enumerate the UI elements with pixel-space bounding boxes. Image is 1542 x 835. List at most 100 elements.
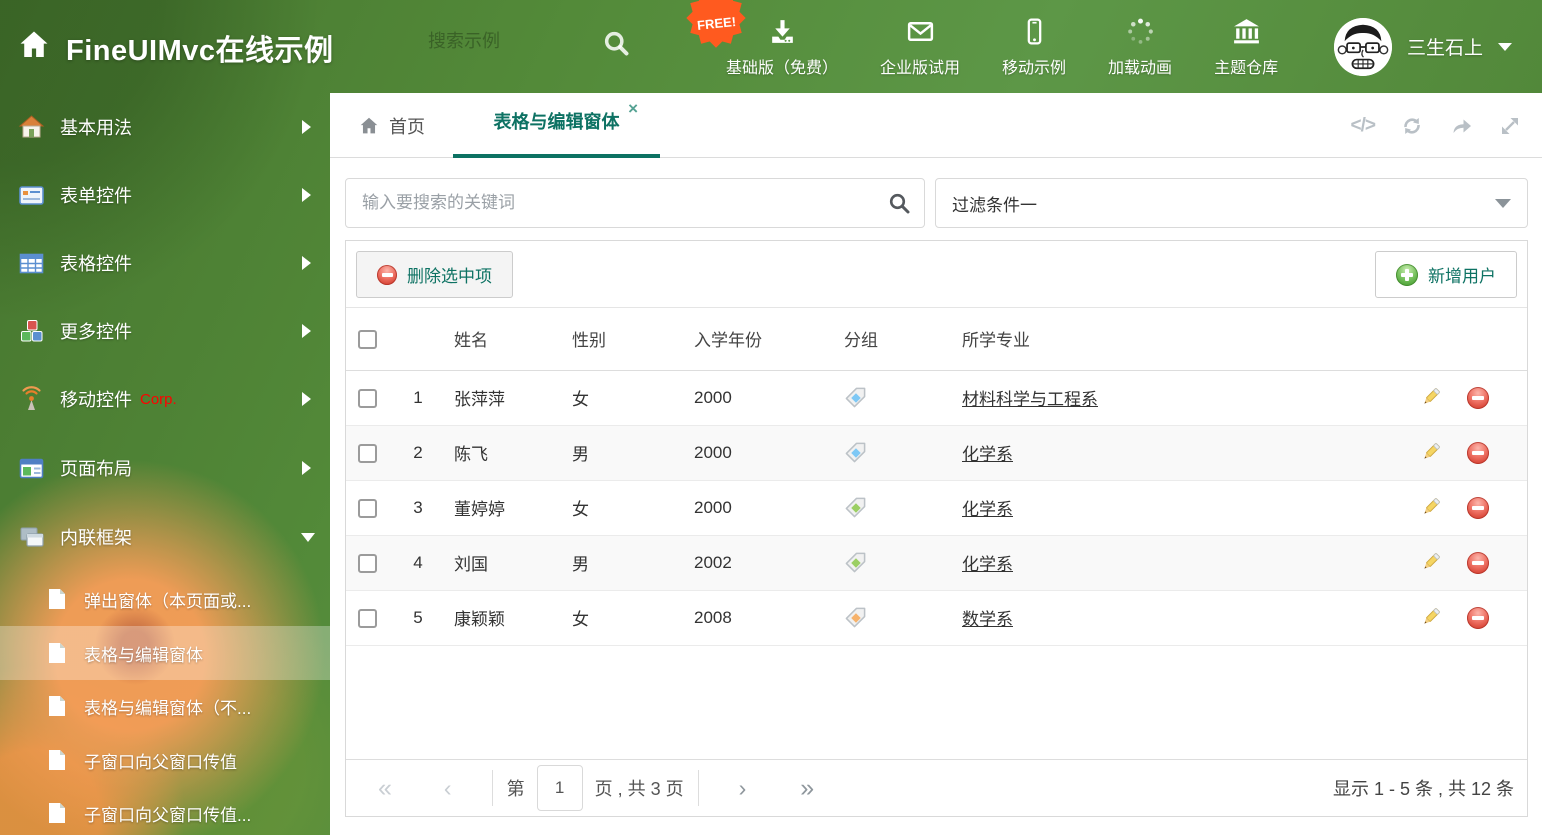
table-header-row: 姓名 性别 入学年份 分组 所学专业 xyxy=(346,308,1527,370)
search-icon[interactable] xyxy=(887,191,911,215)
major-link[interactable]: 化学系 xyxy=(962,445,1013,464)
share-icon[interactable] xyxy=(1449,114,1473,138)
delete-icon[interactable] xyxy=(1467,496,1489,519)
column-header-gender: 性别 xyxy=(572,331,606,351)
sidebar-item-label: 页面布局 xyxy=(60,459,132,479)
cell-year: 2008 xyxy=(694,607,732,627)
close-icon[interactable]: × xyxy=(628,100,638,117)
file-icon xyxy=(49,803,65,823)
sidebar-subitem-child-to-parent-2[interactable]: 子窗口向父窗口传值... xyxy=(0,786,330,835)
corp-badge: Corp. xyxy=(140,390,177,408)
divider xyxy=(697,770,699,806)
sidebar-subitem-label: 表格与编辑窗体（不... xyxy=(84,698,252,718)
file-icon xyxy=(49,750,65,770)
sidebar-subitem-child-to-parent[interactable]: 子窗口向父窗口传值 xyxy=(0,733,330,787)
grid-panel: 删除选中项 新增用户 姓名 性别 入学年份 分组 所学专业 1 张萍萍 女 20… xyxy=(345,240,1528,817)
cell-gender: 男 xyxy=(572,445,589,464)
sidebar-item-basic-usage[interactable]: 基本用法 xyxy=(0,100,330,154)
nav-item-loading-animation[interactable]: 加载动画 xyxy=(1108,16,1172,78)
sidebar-item-form-controls[interactable]: 表单控件 xyxy=(0,168,330,222)
row-checkbox[interactable] xyxy=(358,553,377,573)
sidebar-subitem-grid-edit-window-2[interactable]: 表格与编辑窗体（不... xyxy=(0,679,330,733)
spinner-icon xyxy=(1127,18,1153,44)
user-menu[interactable]: 三生石上 xyxy=(1334,0,1513,93)
major-link[interactable]: 化学系 xyxy=(962,500,1013,519)
filter-dropdown[interactable]: 过滤条件一 xyxy=(935,178,1528,228)
first-page-button[interactable]: « xyxy=(378,774,392,803)
sidebar-subitem-popup-window[interactable]: 弹出窗体（本页面或... xyxy=(0,572,330,626)
nav-item-basic-edition[interactable]: 基础版（免费） xyxy=(726,16,838,78)
top-header: FineUIMvc在线示例 FREE! 基础版（免费） 企业版试用 移动示例 xyxy=(0,0,1542,93)
home-icon[interactable] xyxy=(17,28,51,62)
cubes-icon xyxy=(21,319,43,341)
sidebar-item-page-layout[interactable]: 页面布局 xyxy=(0,441,330,495)
tab-home[interactable]: 首页 xyxy=(358,93,425,158)
delete-icon[interactable] xyxy=(1467,606,1489,629)
edit-icon[interactable] xyxy=(1419,551,1442,574)
edit-icon[interactable] xyxy=(1419,386,1442,409)
table-row: 4 刘国 男 2002 化学系 xyxy=(346,535,1527,590)
tag-icon xyxy=(845,442,866,463)
header-search-input[interactable] xyxy=(428,31,588,52)
cell-name: 康颖颖 xyxy=(454,610,505,629)
filter-dropdown-value: 过滤条件一 xyxy=(952,195,1037,215)
chevron-right-icon xyxy=(302,120,311,134)
row-checkbox[interactable] xyxy=(358,443,377,463)
sidebar-item-more-controls[interactable]: 更多控件 xyxy=(0,304,330,358)
tab-grid-edit-window[interactable]: 表格与编辑窗体 × xyxy=(453,93,660,158)
nav-item-mobile-demo[interactable]: 移动示例 xyxy=(1002,16,1066,78)
signal-icon xyxy=(22,385,41,410)
sidebar-subitem-label: 表格与编辑窗体 xyxy=(84,645,203,665)
delete-icon[interactable] xyxy=(1467,386,1489,409)
layout-icon xyxy=(19,458,44,478)
sidebar-item-grid-controls[interactable]: 表格控件 xyxy=(0,236,330,290)
view-source-icon[interactable]: </> xyxy=(1351,115,1377,137)
sidebar-subitem-grid-edit-window[interactable]: 表格与编辑窗体 xyxy=(0,626,330,680)
major-link[interactable]: 化学系 xyxy=(962,555,1013,574)
minus-icon xyxy=(377,264,397,285)
column-header-actions xyxy=(1397,308,1527,370)
page-number-input[interactable] xyxy=(536,765,583,811)
chevron-right-icon xyxy=(302,256,311,270)
add-user-button[interactable]: 新增用户 xyxy=(1375,251,1517,298)
sidebar-subitem-label: 弹出窗体（本页面或... xyxy=(84,591,252,611)
delete-icon[interactable] xyxy=(1467,441,1489,464)
column-header-year: 入学年份 xyxy=(694,331,762,351)
previous-page-button[interactable]: ‹ xyxy=(444,775,452,802)
refresh-icon[interactable] xyxy=(1400,114,1424,138)
select-all-checkbox[interactable] xyxy=(358,329,377,349)
cell-row-number: 5 xyxy=(413,607,423,627)
sidebar-item-mobile-controls[interactable]: 移动控件 Corp. xyxy=(0,372,330,426)
major-link[interactable]: 数学系 xyxy=(962,610,1013,629)
search-icon[interactable] xyxy=(602,29,630,57)
header-nav: 基础版（免费） 企业版试用 移动示例 加载动画 主题仓库 xyxy=(726,0,1278,93)
nav-item-theme-repo[interactable]: 主题仓库 xyxy=(1214,16,1278,78)
edit-icon[interactable] xyxy=(1419,606,1442,629)
last-page-button[interactable]: » xyxy=(800,774,814,803)
sidebar-item-iframe[interactable]: 内联框架 xyxy=(0,510,330,564)
major-link[interactable]: 材料科学与工程系 xyxy=(962,390,1098,409)
fineui-demo-page: FineUIMvc在线示例 FREE! 基础版（免费） 企业版试用 移动示例 xyxy=(0,0,1542,835)
delete-selected-button[interactable]: 删除选中项 xyxy=(356,251,513,298)
file-icon xyxy=(49,589,65,609)
edit-icon[interactable] xyxy=(1419,496,1442,519)
row-checkbox[interactable] xyxy=(358,608,377,628)
chevron-right-icon xyxy=(302,461,311,475)
sidebar-item-label: 基本用法 xyxy=(60,118,132,138)
cell-row-number: 1 xyxy=(413,387,423,407)
cell-year: 2000 xyxy=(694,497,732,517)
delete-icon[interactable] xyxy=(1467,551,1489,574)
next-page-button[interactable]: › xyxy=(739,775,747,802)
expand-icon[interactable] xyxy=(1498,114,1522,138)
table-empty-space xyxy=(346,646,1527,760)
row-checkbox[interactable] xyxy=(358,388,377,408)
divider xyxy=(491,770,493,806)
row-checkbox[interactable] xyxy=(358,498,377,518)
keyword-search-input[interactable] xyxy=(345,178,925,228)
add-button-label: 新增用户 xyxy=(1428,267,1496,286)
chevron-right-icon xyxy=(302,324,311,338)
cell-row-number: 3 xyxy=(413,497,423,517)
nav-item-enterprise-trial[interactable]: 企业版试用 xyxy=(880,16,960,78)
edit-icon[interactable] xyxy=(1419,441,1442,464)
mobile-icon xyxy=(1027,17,1041,45)
